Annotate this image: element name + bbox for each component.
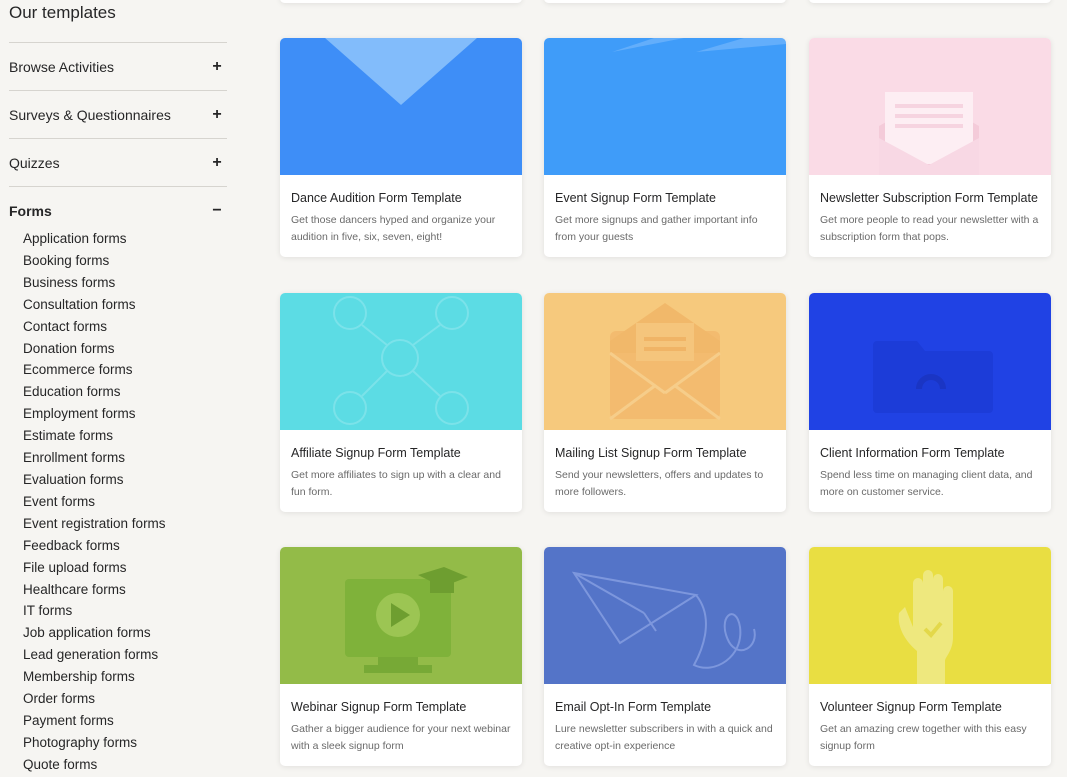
card-thumbnail — [809, 547, 1051, 684]
sidebar: Our templates Browse Activities + Survey… — [9, 0, 227, 776]
subnav-link[interactable]: Ecommerce forms — [23, 359, 227, 381]
card-thumbnail — [544, 293, 786, 430]
subnav-link[interactable]: Membership forms — [23, 666, 227, 688]
client-folder-illustration — [873, 341, 993, 413]
subnav-link[interactable]: Lead generation forms — [23, 644, 227, 666]
sidebar-title: Our templates — [9, 3, 116, 22]
dance-audition-illustration — [280, 38, 522, 175]
card-body: Webinar Signup Form Template Gather a bi… — [280, 684, 522, 766]
card-body: Event Signup Form Template Get more sign… — [544, 175, 786, 257]
category-quizzes[interactable]: Quizzes + — [9, 138, 227, 186]
template-card-newsletter[interactable]: Newsletter Subscription Form Template Ge… — [809, 38, 1051, 257]
card-thumbnail — [809, 293, 1051, 430]
card-body: Client Information Form Template Spend l… — [809, 430, 1051, 512]
paper-plane-illustration — [571, 571, 756, 669]
card-thumbnail — [280, 38, 522, 175]
card-description: Get those dancers hyped and organize you… — [291, 214, 496, 243]
expand-icon[interactable]: + — [211, 106, 223, 124]
subnav-link[interactable]: Event registration forms — [23, 513, 227, 535]
subnav-link[interactable]: Booking forms — [23, 250, 227, 272]
category-surveys[interactable]: Surveys & Questionnaires + — [9, 90, 227, 138]
affiliate-network-illustration — [333, 296, 469, 425]
template-card-webinar-signup[interactable]: Webinar Signup Form Template Gather a bi… — [280, 547, 522, 766]
card-title: Dance Audition Form Template — [291, 191, 462, 205]
subnav-link[interactable]: Job application forms — [23, 622, 227, 644]
card-body: Dance Audition Form Template Get those d… — [280, 175, 522, 257]
subnav-link[interactable]: Quote forms — [23, 754, 227, 776]
subnav-link[interactable]: Order forms — [23, 688, 227, 710]
subnav-link[interactable]: Feedback forms — [23, 535, 227, 557]
card-title: Email Opt-In Form Template — [555, 700, 712, 714]
subnav-link[interactable]: IT forms — [23, 600, 227, 622]
card-title: Client Information Form Template — [820, 446, 1005, 460]
card-body: Newsletter Subscription Form Template Ge… — [809, 175, 1051, 257]
card-thumbnail — [544, 547, 786, 684]
subnav-link[interactable]: Donation forms — [23, 338, 227, 360]
template-card-partial[interactable] — [809, 0, 1051, 3]
subnav-link[interactable]: Evaluation forms — [23, 469, 227, 491]
mailing-envelope-illustration — [609, 303, 721, 421]
subnav-link[interactable]: Enrollment forms — [23, 447, 227, 469]
card-thumbnail — [809, 38, 1051, 175]
card-description: Get an amazing crew together with this e… — [820, 723, 1027, 752]
card-body: Mailing List Signup Form Template Send y… — [544, 430, 786, 512]
category-label: Quizzes — [9, 154, 60, 171]
card-body: Affiliate Signup Form Template Get more … — [280, 430, 522, 512]
newsletter-envelope-illustration — [879, 92, 979, 175]
event-signup-illustration — [612, 38, 786, 52]
subnav-link[interactable]: Payment forms — [23, 710, 227, 732]
template-card-event-signup[interactable]: Event Signup Form Template Get more sign… — [544, 38, 786, 257]
template-card-volunteer-signup[interactable]: Volunteer Signup Form Template Get an am… — [809, 547, 1051, 766]
card-title: Mailing List Signup Form Template — [555, 446, 747, 460]
subnav-link[interactable]: Healthcare forms — [23, 579, 227, 601]
card-body: Volunteer Signup Form Template Get an am… — [809, 684, 1051, 766]
expand-icon[interactable]: + — [211, 154, 223, 172]
category-label: Forms — [9, 202, 52, 219]
template-card-dance-audition[interactable]: Dance Audition Form Template Get those d… — [280, 38, 522, 257]
forms-subnav: Application forms Booking forms Business… — [9, 228, 227, 776]
card-description: Gather a bigger audience for your next w… — [291, 723, 511, 752]
subnav-link[interactable]: Application forms — [23, 228, 227, 250]
subnav-link[interactable]: Employment forms — [23, 403, 227, 425]
subnav-link[interactable]: Photography forms — [23, 732, 227, 754]
template-card-mailing-list[interactable]: Mailing List Signup Form Template Send y… — [544, 293, 786, 512]
card-description: Get more signups and gather important in… — [555, 214, 758, 243]
card-description: Get more affiliates to sign up with a cl… — [291, 469, 501, 498]
category-browse-activities[interactable]: Browse Activities + — [9, 42, 227, 90]
template-card-client-information[interactable]: Client Information Form Template Spend l… — [809, 293, 1051, 512]
category-forms[interactable]: Forms − — [9, 186, 227, 234]
card-thumbnail — [280, 293, 522, 430]
card-description: Send your newsletters, offers and update… — [555, 469, 764, 498]
template-card-partial[interactable] — [544, 0, 786, 3]
card-title: Affiliate Signup Form Template — [291, 446, 461, 460]
volunteer-hand-illustration — [898, 570, 953, 684]
webinar-monitor-illustration — [345, 567, 468, 673]
card-thumbnail — [544, 38, 786, 175]
category-label: Surveys & Questionnaires — [9, 106, 171, 123]
category-label: Browse Activities — [9, 58, 115, 75]
subnav-link[interactable]: Education forms — [23, 381, 227, 403]
card-title: Volunteer Signup Form Template — [820, 700, 1002, 714]
subnav-link[interactable]: Consultation forms — [23, 294, 227, 316]
card-description: Get more people to read your newsletter … — [820, 214, 1039, 243]
card-body: Email Opt-In Form Template Lure newslett… — [544, 684, 786, 766]
card-title: Webinar Signup Form Template — [291, 700, 467, 714]
collapse-icon[interactable]: − — [211, 202, 223, 220]
subnav-link[interactable]: Business forms — [23, 272, 227, 294]
card-description: Lure newsletter subscribers in with a qu… — [555, 723, 773, 752]
template-card-email-opt-in[interactable]: Email Opt-In Form Template Lure newslett… — [544, 547, 786, 766]
subnav-link[interactable]: Contact forms — [23, 316, 227, 338]
expand-icon[interactable]: + — [211, 58, 223, 76]
template-card-partial[interactable] — [280, 0, 522, 3]
subnav-link[interactable]: File upload forms — [23, 557, 227, 579]
card-title: Event Signup Form Template — [555, 191, 716, 205]
card-title: Newsletter Subscription Form Template — [820, 191, 1038, 205]
subnav-link[interactable]: Event forms — [23, 491, 227, 513]
subnav-link[interactable]: Estimate forms — [23, 425, 227, 447]
card-thumbnail — [280, 547, 522, 684]
card-description: Spend less time on managing client data,… — [820, 469, 1033, 498]
template-card-affiliate-signup[interactable]: Affiliate Signup Form Template Get more … — [280, 293, 522, 512]
